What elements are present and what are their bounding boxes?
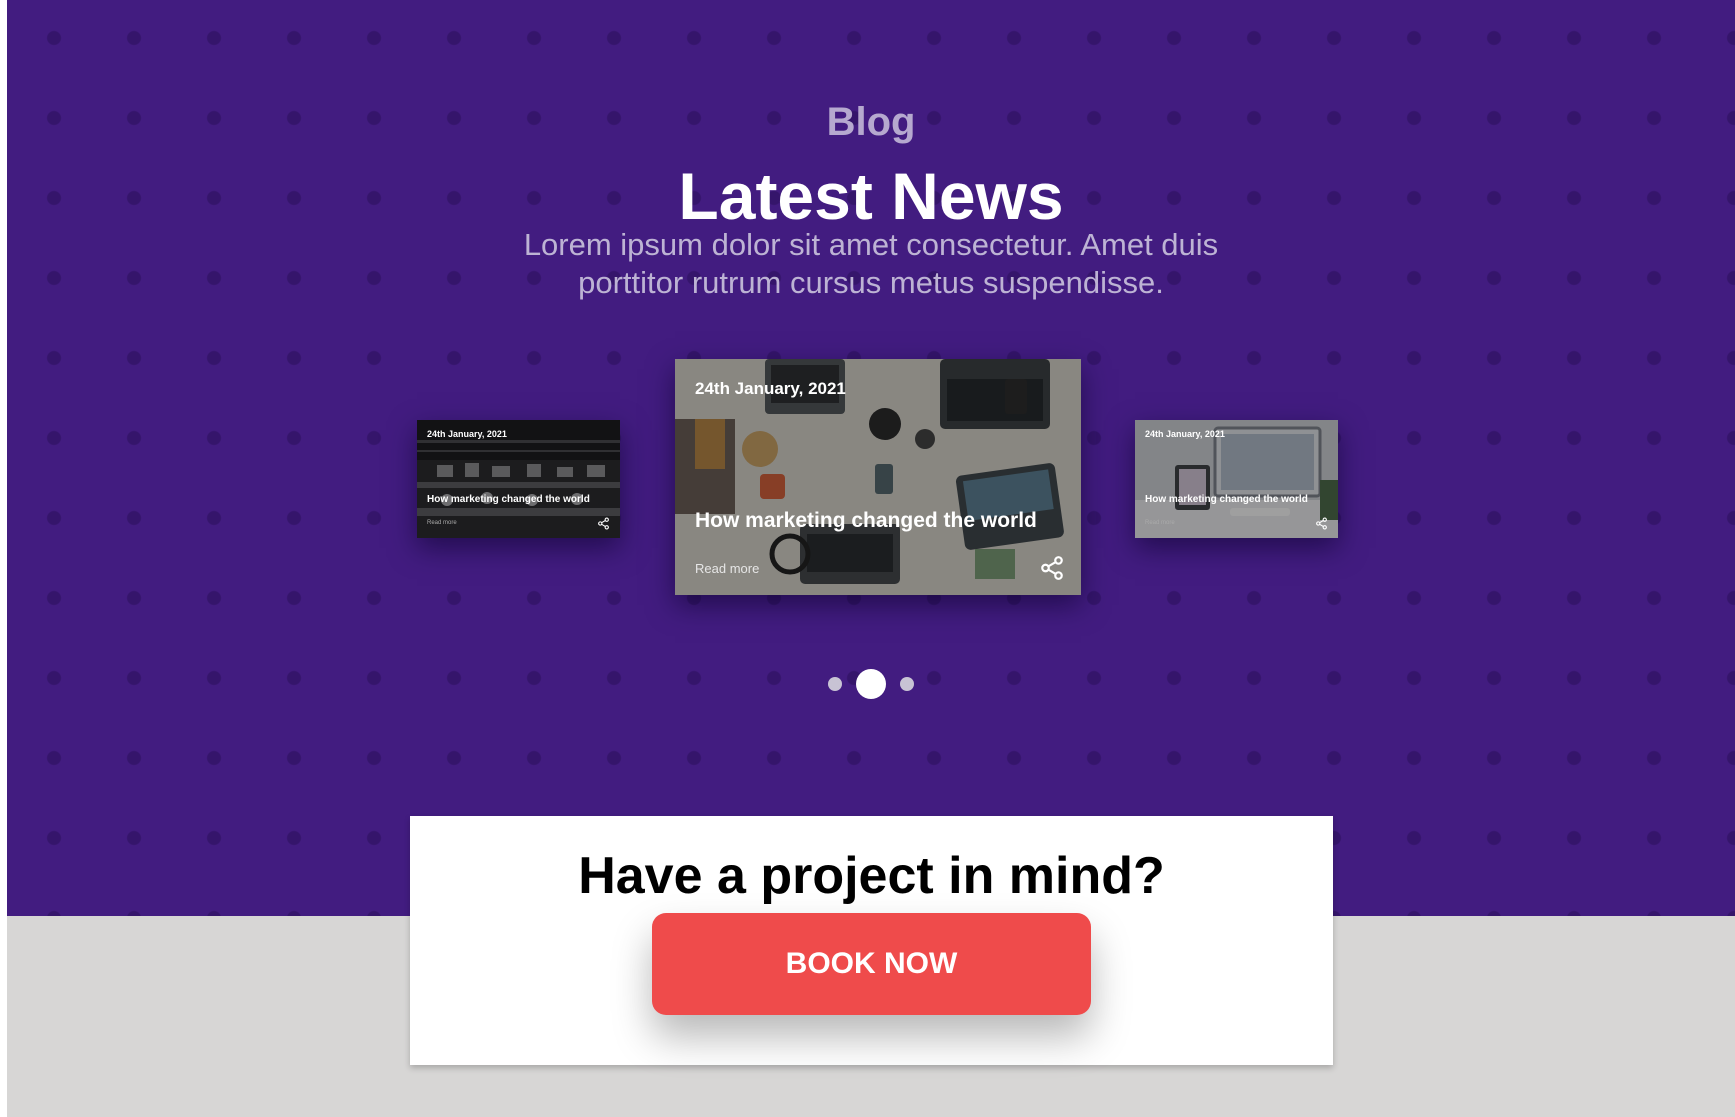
news-card-right[interactable]: 24th January, 2021 How marketing changed… [1135,420,1338,538]
book-now-button[interactable]: BOOK NOW [652,913,1091,1015]
cta-title: Have a project in mind? [578,847,1165,905]
card-title[interactable]: How marketing changed the world [695,509,1037,533]
read-more-link[interactable]: Read more [1145,520,1175,526]
share-icon[interactable] [597,517,610,530]
carousel-pagination [7,669,1735,699]
carousel-dot-3[interactable] [900,677,914,691]
carousel-dot-1[interactable] [828,677,842,691]
read-more-link[interactable]: Read more [695,561,759,576]
blog-section: Blog Latest News Lorem ipsum dolor sit a… [7,0,1735,916]
news-card-center[interactable]: 24th January, 2021 How marketing changed… [675,359,1081,595]
share-icon[interactable] [1039,555,1065,581]
news-card-left[interactable]: 24th January, 2021 How marketing changed… [417,420,620,538]
card-date: 24th January, 2021 [427,429,507,439]
card-date: 24th January, 2021 [695,379,846,398]
project-cta-card: Have a project in mind? BOOK NOW [410,816,1333,1065]
section-headline: Latest News [678,159,1064,233]
card-title[interactable]: How marketing changed the world [427,494,590,505]
share-icon[interactable] [1315,517,1328,530]
card-date: 24th January, 2021 [1145,429,1225,439]
section-eyebrow: Blog [826,100,916,144]
read-more-link[interactable]: Read more [427,520,457,526]
page: Blog Latest News Lorem ipsum dolor sit a… [0,0,1735,1117]
section-subtitle: Lorem ipsum dolor sit amet consectetur. … [523,227,1219,300]
carousel-dot-2-active[interactable] [856,669,886,699]
left-edge-strip [0,0,7,1117]
card-title[interactable]: How marketing changed the world [1145,494,1308,505]
